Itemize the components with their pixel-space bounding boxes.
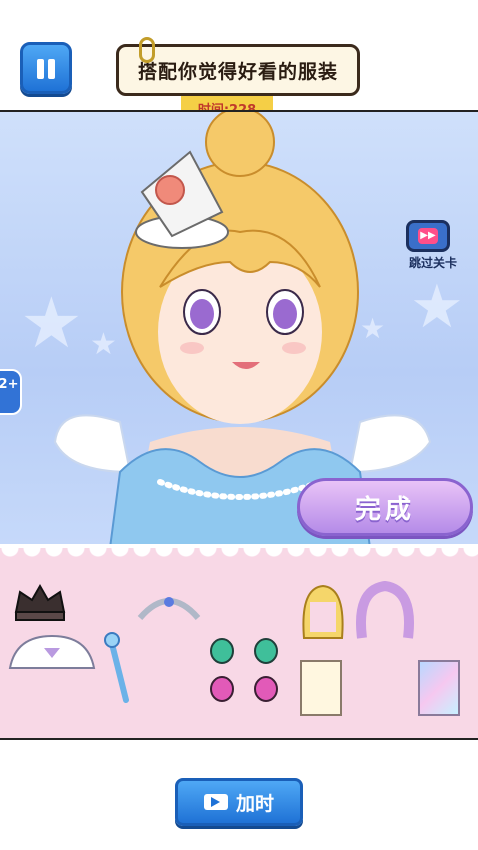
task-banner: 搭配你觉得好看的服装 <box>116 37 360 96</box>
hair-bun <box>205 112 275 177</box>
eyes-green-item[interactable] <box>206 638 282 664</box>
left-wing <box>53 414 132 474</box>
done-button[interactable]: 完成 <box>297 478 473 536</box>
age-rating-badge: 12+ <box>0 369 22 415</box>
pause-icon <box>37 59 44 79</box>
wand-blue-item[interactable] <box>100 630 140 706</box>
right-blush <box>282 342 306 354</box>
skip-level-button[interactable]: ▶▶ 跳过关卡 <box>398 212 468 272</box>
tv-icon: ▶▶ <box>406 220 450 252</box>
play-icon: ▶▶ <box>418 228 438 244</box>
video-camera-icon <box>203 794 228 810</box>
left-iris <box>190 299 214 329</box>
eyes-pink-item[interactable] <box>206 676 282 702</box>
right-iris <box>273 299 297 329</box>
hair-purple-twintails-item[interactable] <box>352 580 418 644</box>
items-panel <box>0 544 478 740</box>
done-label: 完成 <box>354 494 415 525</box>
game-screen: 搭配你觉得好看的服装 时间:228 ★ ★ ★ ★ <box>0 0 478 850</box>
tiara-silver-item[interactable] <box>136 588 202 624</box>
left-blush <box>180 342 204 354</box>
hair-blonde-bob-item[interactable] <box>298 582 348 644</box>
pause-button[interactable] <box>20 42 72 94</box>
task-title: 搭配你觉得好看的服装 <box>137 60 338 83</box>
paperclip-icon <box>139 37 155 63</box>
add-time-button[interactable]: 加时 <box>175 778 303 826</box>
background-holo-item[interactable] <box>418 660 460 716</box>
hat-rose <box>155 175 185 205</box>
lace-border <box>0 548 478 562</box>
dress-collar-lace-item[interactable] <box>6 630 98 674</box>
background-cream-item[interactable] <box>300 660 342 716</box>
right-wing <box>348 414 432 474</box>
add-time-label: 加时 <box>235 792 274 815</box>
crown-black-item[interactable] <box>10 582 70 624</box>
skip-label: 跳过关卡 <box>408 256 457 270</box>
